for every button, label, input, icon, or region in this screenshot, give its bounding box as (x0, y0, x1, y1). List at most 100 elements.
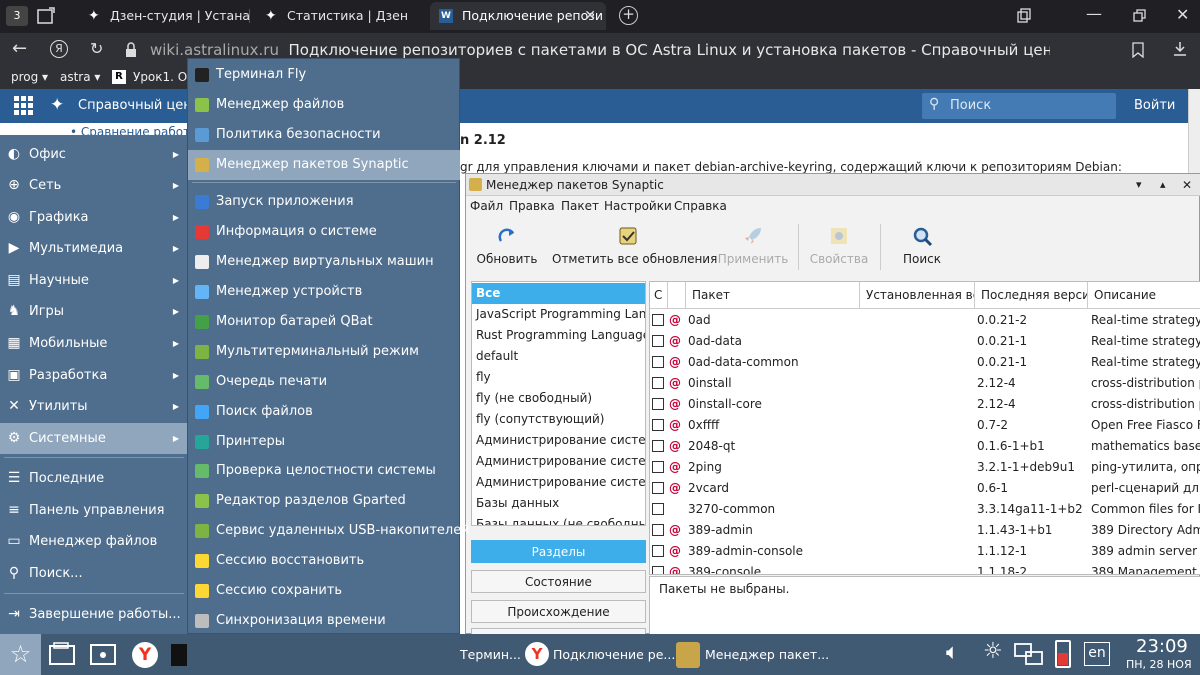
menu-category[interactable]: ▤ Научные ▶ (0, 265, 187, 296)
package-checkbox[interactable] (652, 398, 664, 410)
apply-button[interactable]: Применить (716, 220, 790, 272)
section-item[interactable]: Базы данных (472, 493, 645, 514)
submenu-item[interactable]: Синхронизация времени (188, 606, 460, 636)
mark-all-upgrades-button[interactable]: Отметить все обновления (552, 220, 717, 272)
tab-dzen-studio[interactable]: ✦ Дзен-студия | Устанавли (78, 2, 250, 30)
section-item[interactable]: Rust Programming Language (472, 325, 645, 346)
submenu-item[interactable]: Принтеры (188, 427, 460, 457)
bookmark-icon[interactable] (1132, 42, 1144, 58)
brightness-icon[interactable]: ☼ (983, 639, 1003, 664)
yandex-button[interactable]: Я (50, 40, 68, 58)
submenu-item[interactable]: Проверка целостности системы (188, 456, 460, 486)
tab-astra-wiki[interactable]: W Подключение репози ✕ (430, 2, 606, 30)
package-row[interactable]: 3270-common 3.3.14ga11-1+b2 Common files f… (650, 499, 1200, 520)
collections-icon[interactable] (1016, 8, 1032, 24)
tabs-overview-icon[interactable] (36, 6, 56, 26)
section-item[interactable]: Базы данных (не свободный) (472, 514, 645, 525)
new-tab-button[interactable]: + (619, 6, 638, 25)
package-row[interactable]: @2vcard 0.6-1 perl-сценарий для (650, 478, 1200, 499)
section-item[interactable]: JavaScript Programming Langua (472, 304, 645, 325)
package-checkbox[interactable] (652, 440, 664, 452)
network-icon[interactable] (1013, 642, 1045, 668)
submenu-item[interactable]: Очередь печати (188, 367, 460, 397)
menu-bottom-item[interactable]: ⚲ Поиск... (0, 558, 187, 589)
volume-icon[interactable]: 🔈︎ (946, 640, 959, 665)
column-installed-version[interactable]: Установленная версия (860, 282, 975, 309)
submenu-item[interactable]: Поиск файлов (188, 397, 460, 427)
package-checkbox[interactable] (652, 314, 664, 326)
package-row[interactable]: @389-console 1.1.18-2 389 Management C (650, 562, 1200, 574)
menu-settings[interactable]: Настройки (604, 196, 672, 217)
menu-category[interactable]: ◐ Офис ▶ (0, 139, 187, 170)
minimize-button[interactable]: ▾ (1136, 174, 1142, 196)
package-row[interactable]: @2ping 3.2.1-1+deb9u1 ping-утилита, опре (650, 457, 1200, 478)
workspace-indicator[interactable]: 3 (6, 6, 28, 26)
submenu-item[interactable]: Сессию сохранить (188, 576, 460, 606)
taskbar-browser[interactable]: Подключение ре... (553, 634, 675, 675)
bookmark-prog[interactable]: prog ▾ (11, 69, 48, 86)
submenu-item[interactable]: Мультитерминальный режим (188, 337, 460, 367)
reload-button[interactable]: Обновить (472, 220, 542, 272)
submenu-item[interactable]: Сессию восстановить (188, 546, 460, 576)
clock-time[interactable]: 23:09 (1136, 636, 1188, 657)
menu-edit[interactable]: Правка (509, 196, 555, 217)
minimize-button[interactable]: — (1086, 4, 1102, 23)
submenu-item[interactable]: Информация о системе (188, 217, 460, 247)
taskbar-synaptic[interactable]: Менеджер пакет... (705, 634, 829, 675)
start-button[interactable]: ☆ (0, 634, 41, 675)
package-checkbox[interactable] (652, 524, 664, 536)
package-row[interactable]: @0ad-data-common 0.0.21-1 Real-time strate… (650, 352, 1200, 373)
menu-bottom-item[interactable]: ≡ Панель управления (0, 495, 187, 526)
section-item[interactable]: Все (472, 283, 645, 304)
menu-bottom-item[interactable]: ⇥ Завершение работы... (0, 599, 187, 630)
keyboard-layout[interactable]: en (1084, 642, 1110, 666)
app-grid-icon[interactable] (14, 96, 34, 116)
bookmark-lesson1[interactable]: Урок1. Ос (133, 69, 194, 86)
close-tab-icon[interactable]: ✕ (584, 2, 596, 30)
menu-category[interactable]: ▣ Разработка ▶ (0, 360, 187, 391)
submenu-item[interactable]: Менеджер файлов (188, 90, 460, 120)
section-item[interactable]: Администрирование системы ( (472, 472, 645, 493)
submenu-item[interactable]: Сервис удаленных USB-накопителей (188, 516, 470, 546)
submenu-item[interactable]: Менеджер виртуальных машин (188, 247, 460, 277)
section-item[interactable]: default (472, 346, 645, 367)
section-item[interactable]: fly (472, 367, 645, 388)
restore-icon[interactable] (1133, 9, 1147, 23)
close-button[interactable]: ✕ (1182, 174, 1192, 196)
submenu-item[interactable]: Запуск приложения (188, 187, 460, 217)
menu-bottom-item[interactable]: ▭ Менеджер файлов (0, 526, 187, 557)
column-status[interactable]: С (650, 282, 668, 309)
menu-category[interactable]: ⚙ Системные ▶ (0, 423, 187, 454)
section-item[interactable]: Администрирование системы ( (472, 451, 645, 472)
back-button[interactable]: ← (12, 38, 27, 59)
package-row[interactable]: @0install-core 2.12-4 cross-distribution p (650, 394, 1200, 415)
menu-package[interactable]: Пакет (561, 196, 599, 217)
section-item[interactable]: fly (сопутствующий) (472, 409, 645, 430)
column-description[interactable]: Описание (1088, 282, 1200, 309)
menu-category[interactable]: ⊕ Сеть ▶ (0, 170, 187, 201)
yandex-browser-icon[interactable]: Y (132, 642, 158, 668)
package-row[interactable]: @389-admin-console 1.1.12-1 389 admin serv… (650, 541, 1200, 562)
column-latest-version[interactable]: Последняя версия (975, 282, 1088, 309)
package-checkbox[interactable] (652, 503, 664, 515)
taskbar-terminal[interactable]: Термин... (460, 634, 521, 675)
column-package[interactable]: Пакет (686, 282, 860, 309)
package-checkbox[interactable] (652, 545, 664, 557)
properties-button[interactable]: Свойства (806, 220, 872, 272)
close-window-button[interactable]: ✕ (1176, 5, 1189, 24)
package-row[interactable]: @0install 2.12-4 cross-distribution p (650, 373, 1200, 394)
package-checkbox[interactable] (652, 461, 664, 473)
battery-icon[interactable] (1055, 640, 1071, 668)
tab-statistics[interactable]: ✦ Статистика | Дзен (255, 2, 427, 30)
search-button[interactable]: Поиск (894, 220, 950, 272)
package-checkbox[interactable] (652, 482, 664, 494)
package-row[interactable]: @0ad-data 0.0.21-1 Real-time strategy (650, 331, 1200, 352)
menu-bottom-item[interactable]: ☰ Последние (0, 463, 187, 494)
menu-category[interactable]: ◉ Графика ▶ (0, 202, 187, 233)
package-row[interactable]: @0ad 0.0.21-2 Real-time strategy (650, 310, 1200, 331)
submenu-item[interactable]: Монитор батарей QBat (188, 307, 460, 337)
sections-filter-button[interactable]: Разделы (471, 540, 646, 563)
submenu-item[interactable]: Политика безопасности (188, 120, 460, 150)
menu-help[interactable]: Справка (674, 196, 727, 217)
package-checkbox[interactable] (652, 419, 664, 431)
